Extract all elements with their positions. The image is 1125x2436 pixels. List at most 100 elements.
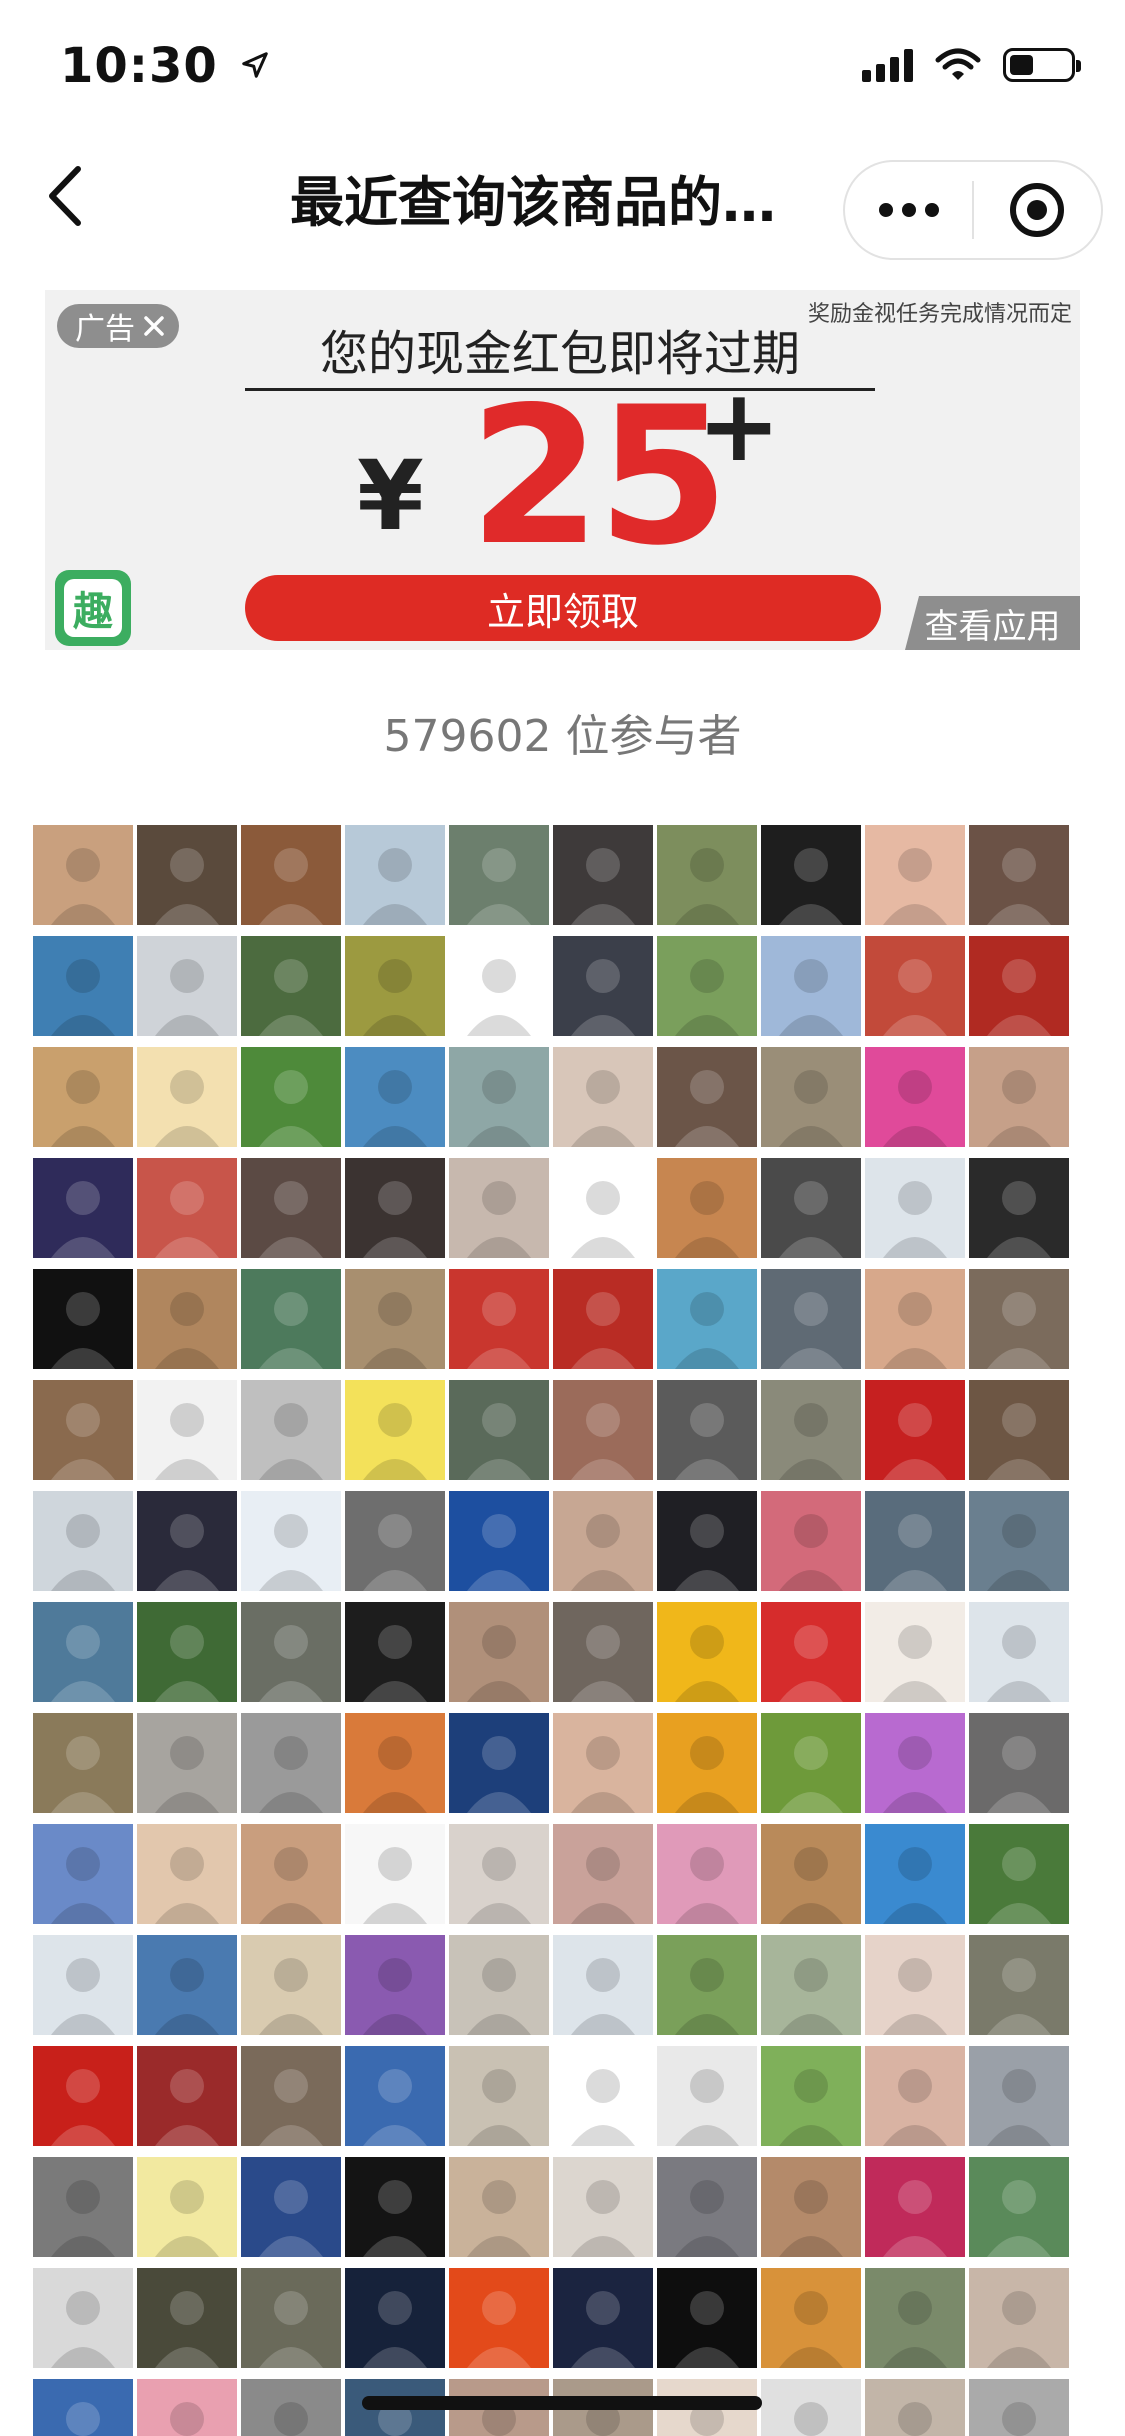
participant-avatar[interactable] xyxy=(449,1602,549,1702)
participant-avatar[interactable] xyxy=(657,1935,757,2035)
participant-avatar[interactable] xyxy=(33,825,133,925)
participant-avatar[interactable] xyxy=(33,1380,133,1480)
participant-avatar[interactable] xyxy=(657,825,757,925)
participant-avatar[interactable] xyxy=(657,1713,757,1813)
participant-avatar[interactable] xyxy=(761,936,861,1036)
participant-avatar[interactable] xyxy=(761,1824,861,1924)
participant-avatar[interactable] xyxy=(345,1380,445,1480)
participant-avatar[interactable] xyxy=(969,1158,1069,1258)
participant-avatar[interactable] xyxy=(553,2046,653,2146)
participant-avatar[interactable] xyxy=(241,2268,341,2368)
participant-avatar[interactable] xyxy=(553,1824,653,1924)
participant-avatar[interactable] xyxy=(241,825,341,925)
participant-avatar[interactable] xyxy=(865,1269,965,1369)
participant-avatar[interactable] xyxy=(865,1158,965,1258)
participant-avatar[interactable] xyxy=(761,2157,861,2257)
participant-avatar[interactable] xyxy=(33,1824,133,1924)
participant-avatar[interactable] xyxy=(345,2046,445,2146)
participant-avatar[interactable] xyxy=(137,1713,237,1813)
claim-button[interactable]: 立即领取 xyxy=(245,575,881,641)
participant-avatar[interactable] xyxy=(969,825,1069,925)
participant-avatar[interactable] xyxy=(345,1491,445,1591)
participant-avatar[interactable] xyxy=(657,2157,757,2257)
participant-avatar[interactable] xyxy=(33,1269,133,1369)
participant-avatar[interactable] xyxy=(345,936,445,1036)
participant-avatar[interactable] xyxy=(449,936,549,1036)
participant-avatar[interactable] xyxy=(553,936,653,1036)
ad-banner[interactable]: 广告 奖励金视任务完成情况而定 您的现金红包即将过期 ¥ 25 + 趣 立即领取… xyxy=(45,290,1080,650)
participant-avatar[interactable] xyxy=(657,1491,757,1591)
participant-avatar[interactable] xyxy=(449,2268,549,2368)
participant-avatar[interactable] xyxy=(449,1491,549,1591)
participant-avatar[interactable] xyxy=(969,1269,1069,1369)
participant-avatar[interactable] xyxy=(553,1380,653,1480)
participant-avatar[interactable] xyxy=(761,2379,861,2436)
participant-avatar[interactable] xyxy=(345,1047,445,1147)
participant-avatar[interactable] xyxy=(865,936,965,1036)
participant-avatar[interactable] xyxy=(449,1047,549,1147)
participant-avatar[interactable] xyxy=(345,2157,445,2257)
participant-avatar[interactable] xyxy=(657,936,757,1036)
participant-avatar[interactable] xyxy=(33,936,133,1036)
participant-avatar[interactable] xyxy=(137,2046,237,2146)
participant-avatar[interactable] xyxy=(553,1047,653,1147)
participant-avatar[interactable] xyxy=(969,2268,1069,2368)
participant-avatar[interactable] xyxy=(241,2379,341,2436)
participant-avatar[interactable] xyxy=(969,1047,1069,1147)
participant-avatar[interactable] xyxy=(345,1824,445,1924)
participant-avatar[interactable] xyxy=(553,1602,653,1702)
participant-avatar[interactable] xyxy=(137,1602,237,1702)
close-button[interactable] xyxy=(974,162,1101,258)
participant-avatar[interactable] xyxy=(657,2268,757,2368)
participant-avatar[interactable] xyxy=(449,1269,549,1369)
participant-avatar[interactable] xyxy=(761,1602,861,1702)
participant-avatar[interactable] xyxy=(969,2046,1069,2146)
participant-avatar[interactable] xyxy=(969,1491,1069,1591)
more-button[interactable] xyxy=(845,162,972,258)
participant-avatar[interactable] xyxy=(865,1824,965,1924)
participant-avatar[interactable] xyxy=(553,2268,653,2368)
participant-avatar[interactable] xyxy=(449,2157,549,2257)
participant-avatar[interactable] xyxy=(345,825,445,925)
participant-avatar[interactable] xyxy=(241,1824,341,1924)
participant-avatar[interactable] xyxy=(137,825,237,925)
participant-avatar[interactable] xyxy=(761,2268,861,2368)
participant-avatar[interactable] xyxy=(33,1713,133,1813)
participant-avatar[interactable] xyxy=(345,2268,445,2368)
participant-avatar[interactable] xyxy=(969,936,1069,1036)
participant-avatar[interactable] xyxy=(241,1935,341,2035)
participant-avatar[interactable] xyxy=(33,1047,133,1147)
participant-avatar[interactable] xyxy=(33,1158,133,1258)
participant-avatar[interactable] xyxy=(137,2157,237,2257)
participant-avatar[interactable] xyxy=(969,1824,1069,1924)
participant-avatar[interactable] xyxy=(241,1491,341,1591)
participant-avatar[interactable] xyxy=(761,1713,861,1813)
participant-avatar[interactable] xyxy=(865,1935,965,2035)
participant-avatar[interactable] xyxy=(969,1380,1069,1480)
participant-avatar[interactable] xyxy=(865,1491,965,1591)
participant-avatar[interactable] xyxy=(657,2046,757,2146)
participant-avatar[interactable] xyxy=(241,936,341,1036)
participant-avatar[interactable] xyxy=(241,2046,341,2146)
participant-avatar[interactable] xyxy=(241,1269,341,1369)
participant-avatar[interactable] xyxy=(553,825,653,925)
participant-avatar[interactable] xyxy=(33,2157,133,2257)
back-button[interactable] xyxy=(28,160,100,232)
participant-avatar[interactable] xyxy=(33,1935,133,2035)
participant-avatar[interactable] xyxy=(553,1269,653,1369)
participant-avatar[interactable] xyxy=(33,1602,133,1702)
participant-avatar[interactable] xyxy=(969,1935,1069,2035)
participant-avatar[interactable] xyxy=(761,1269,861,1369)
participant-avatar[interactable] xyxy=(761,1158,861,1258)
participant-avatar[interactable] xyxy=(761,1047,861,1147)
participant-avatar[interactable] xyxy=(33,2046,133,2146)
participant-avatar[interactable] xyxy=(137,1824,237,1924)
participant-avatar[interactable] xyxy=(345,1602,445,1702)
participant-avatar[interactable] xyxy=(241,1713,341,1813)
participant-avatar[interactable] xyxy=(761,825,861,925)
participant-avatar[interactable] xyxy=(865,1713,965,1813)
participant-avatar[interactable] xyxy=(137,2268,237,2368)
participant-avatar[interactable] xyxy=(137,2379,237,2436)
participant-avatar[interactable] xyxy=(241,2157,341,2257)
participant-avatar[interactable] xyxy=(137,1047,237,1147)
